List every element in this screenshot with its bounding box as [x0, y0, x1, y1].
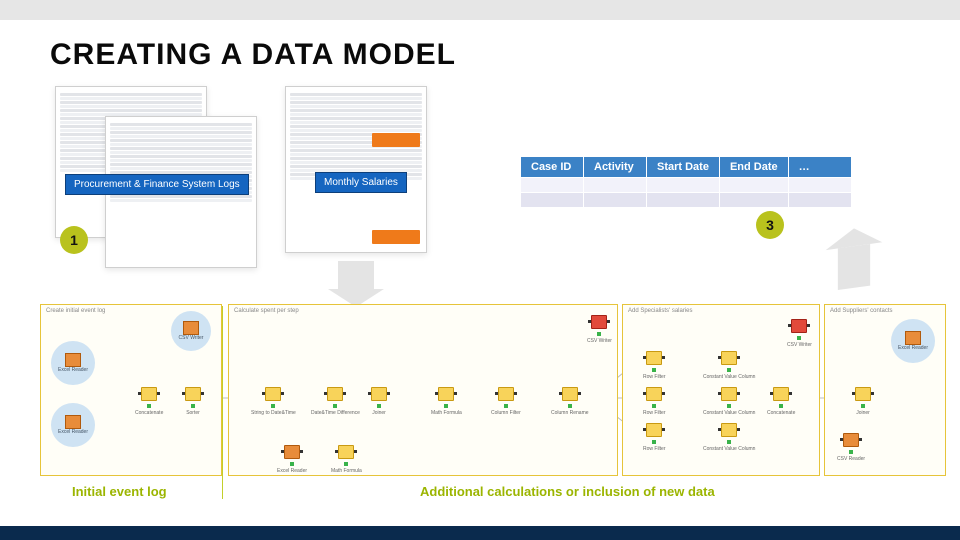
node-row-filter-2: Row Filter [643, 387, 666, 416]
tbl-h-start: Start Date [647, 157, 720, 178]
tbl-h-caseid: Case ID [521, 157, 584, 178]
wf-panel-3-title: Add Specialists' salaries [628, 308, 693, 314]
node-excel-reader-salaries: Excel Reader [277, 445, 307, 474]
node-string-to-date: String to Date&Time [251, 387, 296, 416]
node-csv-writer-3: CSV Writer [787, 319, 812, 348]
slide-stage: Procurement & Finance System Logs Monthl… [0, 86, 960, 540]
node-row-filter-1: Row Filter [643, 351, 666, 380]
tbl-h-end: End Date [719, 157, 788, 178]
arrow-down-icon [338, 261, 374, 289]
node-concatenate: Concatenate [135, 387, 163, 416]
node-csv-writer-2: CSV Writer [587, 315, 612, 344]
csv-writer-icon [183, 321, 199, 335]
node-sorter: Sorter [185, 387, 201, 416]
wf-panel-2: Calculate spent per step String to Date&… [228, 304, 618, 476]
node-const-value-3: Constant Value Column [703, 423, 755, 452]
node-excel-reader-1: Excel Reader [51, 341, 95, 385]
node-excel-reader-2: Excel Reader [51, 403, 95, 447]
step-1-marker: 1 [60, 226, 88, 254]
wf-panel-1-title: Create initial event log [46, 308, 105, 314]
orange-highlight-1 [372, 133, 420, 147]
wf-panel-4-title: Add Suppliers' contacts [830, 308, 893, 314]
node-const-value-1: Constant Value Column [703, 351, 755, 380]
step-3-marker: 3 [756, 211, 784, 239]
badge-salaries: Monthly Salaries [315, 172, 407, 193]
node-joiner-3: Joiner [855, 387, 871, 416]
node-column-filter: Column Filter [491, 387, 521, 416]
tbl-h-activity: Activity [584, 157, 647, 178]
caption-additional: Additional calculations or inclusion of … [420, 484, 715, 499]
wf-panel-1: Create initial event log Excel Reader Ex… [40, 304, 222, 476]
node-excel-reader-suppliers: Excel Reader [891, 319, 935, 363]
top-bar [0, 0, 960, 20]
node-math-formula: Math Formula [431, 387, 462, 416]
orange-highlight-2 [372, 230, 420, 244]
tbl-h-more: … [788, 157, 851, 178]
node-math-formula-2: Math Formula [331, 445, 362, 474]
wf-panel-4: Add Suppliers' contacts Excel Reader Joi… [824, 304, 946, 476]
wf-panel-2-title: Calculate spent per step [234, 308, 299, 314]
wf-panel-3: Add Specialists' salaries Row Filter Row… [622, 304, 820, 476]
node-row-filter-3: Row Filter [643, 423, 666, 452]
node-csv-reader-suppliers: CSV Reader [837, 433, 865, 462]
separator-line [222, 306, 223, 499]
spreadsheet-salaries [285, 86, 427, 253]
bottom-bar [0, 526, 960, 540]
node-joiner: Joiner [371, 387, 387, 416]
node-datetime-diff: Date&Time Difference [311, 387, 360, 416]
output-table: Case ID Activity Start Date End Date … [520, 156, 852, 208]
badge-procurement: Procurement & Finance System Logs [65, 174, 249, 195]
node-csv-writer-initial: CSV Writer [171, 311, 211, 351]
slide-title: CREATING A DATA MODEL [50, 38, 960, 72]
node-const-value-2: Constant Value Column [703, 387, 755, 416]
node-concatenate-2: Concatenate [767, 387, 795, 416]
node-column-rename: Column Rename [551, 387, 589, 416]
arrow-up-icon [838, 244, 870, 290]
caption-initial: Initial event log [72, 484, 167, 499]
